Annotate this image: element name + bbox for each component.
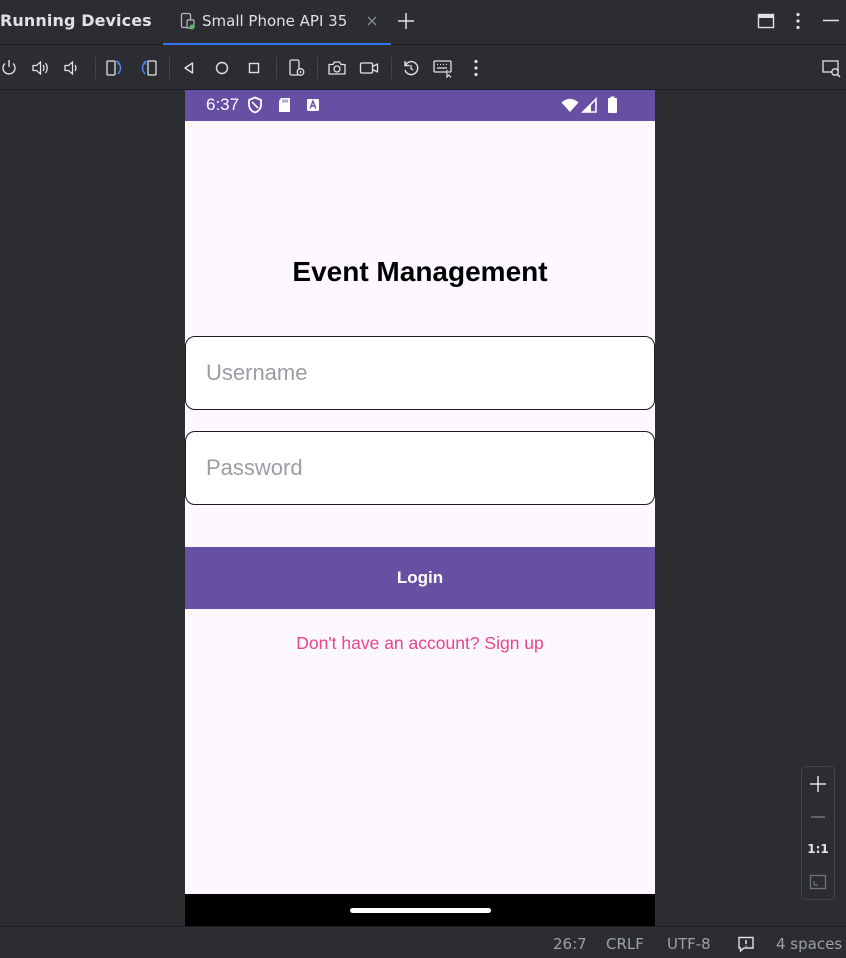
device-navigation-bar (185, 894, 655, 926)
toolbar-separator (391, 57, 392, 79)
maximize-icon[interactable] (755, 10, 777, 32)
wifi-icon (561, 98, 579, 112)
username-input[interactable] (206, 355, 626, 391)
screen-record-icon[interactable] (358, 57, 380, 79)
tab-small-phone[interactable]: Small Phone API 35 (163, 0, 391, 46)
device-status-bar: 6:37 (185, 90, 655, 121)
reset-icon[interactable] (400, 57, 422, 79)
screenshot-icon[interactable] (326, 57, 348, 79)
sd-card-icon (279, 98, 290, 112)
cursor-position[interactable]: 26:7 (553, 935, 587, 953)
battery-icon (608, 96, 617, 113)
file-encoding[interactable]: UTF-8 (667, 935, 711, 953)
toolbar-separator (169, 57, 170, 79)
title-bar: Running Devices Small Phone API 35 (0, 0, 846, 46)
indent-setting[interactable]: 4 spaces (776, 935, 842, 953)
password-input[interactable] (206, 450, 626, 486)
zoom-controls: 1:1 (801, 766, 835, 900)
device-explorer-icon[interactable] (820, 57, 842, 79)
toolbar-separator (95, 57, 96, 79)
toolbar-separator (276, 57, 277, 79)
device-icon (180, 12, 195, 30)
close-icon[interactable] (365, 14, 379, 28)
shield-icon (248, 96, 262, 114)
gesture-handle[interactable] (350, 908, 491, 913)
back-icon[interactable] (178, 57, 200, 79)
signup-link[interactable]: Don't have an account? Sign up (185, 633, 655, 654)
rotate-right-icon[interactable] (137, 57, 159, 79)
login-button[interactable]: Login (185, 547, 655, 609)
emulator-display-area: 6:37 Event Management Username Login Don… (0, 90, 846, 926)
overview-icon[interactable] (243, 57, 265, 79)
username-field[interactable] (185, 336, 655, 410)
panel-title: Running Devices (0, 11, 152, 30)
device-screen[interactable]: 6:37 Event Management Username Login Don… (185, 90, 655, 926)
zoom-out-icon[interactable] (807, 806, 829, 828)
status-time: 6:37 (206, 95, 240, 114)
emulator-toolbar (0, 45, 846, 90)
options-icon[interactable] (787, 10, 809, 32)
home-icon[interactable] (211, 57, 233, 79)
tab-label: Small Phone API 35 (202, 12, 348, 30)
zoom-fit-icon[interactable] (807, 871, 829, 893)
zoom-actual-size-button[interactable]: 1:1 (802, 842, 834, 856)
rotate-left-icon[interactable] (104, 57, 126, 79)
notifications-icon[interactable] (737, 935, 755, 953)
password-field[interactable] (185, 431, 655, 505)
page-title: Event Management (292, 256, 548, 287)
minimize-icon[interactable] (820, 10, 842, 32)
volume-up-icon[interactable] (30, 57, 52, 79)
ide-status-bar: 26:7 CRLF UTF-8 4 spaces (0, 926, 846, 958)
more-icon[interactable] (465, 57, 487, 79)
keyboard-a-icon (307, 98, 319, 111)
signal-icon (581, 97, 597, 113)
add-tab-icon[interactable] (395, 10, 417, 32)
line-separator[interactable]: CRLF (606, 935, 644, 953)
toolbar-separator (317, 57, 318, 79)
keyboard-icon[interactable] (432, 57, 454, 79)
volume-down-icon[interactable] (61, 57, 83, 79)
device-settings-icon[interactable] (286, 57, 308, 79)
power-icon[interactable] (0, 57, 20, 79)
zoom-in-icon[interactable] (807, 773, 829, 795)
